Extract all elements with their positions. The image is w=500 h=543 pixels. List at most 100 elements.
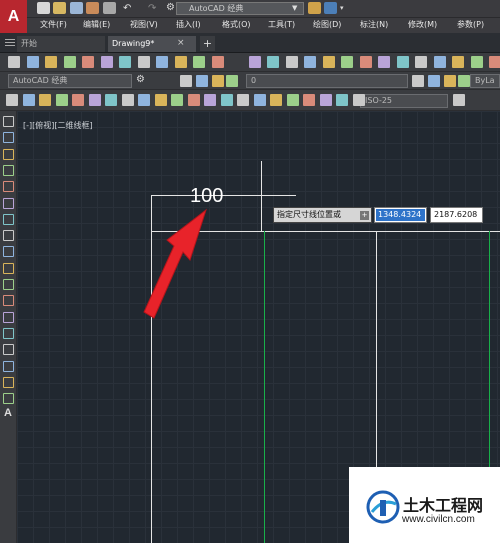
- draw-tool-16-icon[interactable]: [3, 361, 14, 372]
- dimension-tool-19-icon[interactable]: [303, 94, 315, 106]
- draw-tool-15-icon[interactable]: [3, 344, 14, 355]
- menu-format[interactable]: 格式(O): [222, 19, 251, 31]
- draw-tool-11-icon[interactable]: [3, 279, 14, 290]
- dimension-tool-15-icon[interactable]: [237, 94, 249, 106]
- layer-tool-3-icon[interactable]: [212, 75, 224, 87]
- save-icon[interactable]: [70, 2, 83, 14]
- standard-tool-26-icon[interactable]: [489, 56, 500, 68]
- dimension-style-tool-1-icon[interactable]: [453, 94, 465, 106]
- dimension-tool-7-icon[interactable]: [105, 94, 117, 106]
- dimension-tool-22-icon[interactable]: [353, 94, 365, 106]
- standard-tool-2-icon[interactable]: [27, 56, 39, 68]
- standard-tool-21-icon[interactable]: [397, 56, 409, 68]
- dimension-tool-5-icon[interactable]: [72, 94, 84, 106]
- customize-qat-icon[interactable]: ▾: [340, 4, 344, 12]
- menu-dimension[interactable]: 标注(N): [360, 19, 388, 31]
- property-tool-3-icon[interactable]: [444, 75, 456, 87]
- draw-tool-12-icon[interactable]: [3, 295, 14, 306]
- standard-tool-11-icon[interactable]: [193, 56, 205, 68]
- standard-tool-13-icon[interactable]: [249, 56, 261, 68]
- standard-tool-15-icon[interactable]: [286, 56, 298, 68]
- standard-tool-8-icon[interactable]: [138, 56, 150, 68]
- linetype-combo[interactable]: ByLa: [470, 74, 500, 88]
- dimension-tool-20-icon[interactable]: [320, 94, 332, 106]
- standard-tool-19-icon[interactable]: [360, 56, 372, 68]
- plot-icon[interactable]: [103, 2, 116, 14]
- dimension-tool-21-icon[interactable]: [336, 94, 348, 106]
- x-coordinate-input[interactable]: 1348.4324: [374, 207, 427, 223]
- standard-tool-22-icon[interactable]: [415, 56, 427, 68]
- dimstyle-combo[interactable]: ISO-25: [360, 94, 448, 108]
- draw-tool-14-icon[interactable]: [3, 328, 14, 339]
- dimension-tool-4-icon[interactable]: [56, 94, 68, 106]
- dimension-tool-12-icon[interactable]: [188, 94, 200, 106]
- property-tool-2-icon[interactable]: [428, 75, 440, 87]
- draw-tool-13-icon[interactable]: [3, 312, 14, 323]
- draw-tool-1-icon[interactable]: [3, 116, 14, 127]
- layer-tool-4-icon[interactable]: [226, 75, 238, 87]
- draw-tool-7-icon[interactable]: [3, 214, 14, 225]
- menu-lines-icon[interactable]: [5, 39, 15, 40]
- menu-draw[interactable]: 绘图(D): [313, 19, 341, 31]
- layer-combo[interactable]: 0: [246, 74, 408, 88]
- dimension-tool-9-icon[interactable]: [138, 94, 150, 106]
- dimension-tool-13-icon[interactable]: [204, 94, 216, 106]
- dimension-tool-6-icon[interactable]: [89, 94, 101, 106]
- standard-tool-1-icon[interactable]: [8, 56, 20, 68]
- standard-tool-17-icon[interactable]: [323, 56, 335, 68]
- lock-icon[interactable]: +: [360, 211, 369, 220]
- layer-tool-2-icon[interactable]: [196, 75, 208, 87]
- x-coordinate-value[interactable]: 1348.4324: [376, 209, 425, 221]
- workspace-settings-icon[interactable]: ⚙: [136, 74, 145, 85]
- property-tool-4-icon[interactable]: [458, 75, 470, 87]
- application-menu-button[interactable]: A: [0, 0, 27, 33]
- menu-insert[interactable]: 插入(I): [176, 19, 201, 31]
- redo-icon[interactable]: ↷: [148, 3, 156, 14]
- standard-tool-7-icon[interactable]: [119, 56, 131, 68]
- menu-modify[interactable]: 修改(M): [408, 19, 437, 31]
- draw-tool-2-icon[interactable]: [3, 132, 14, 143]
- draw-tool-4-icon[interactable]: [3, 165, 14, 176]
- text-tool-icon[interactable]: A: [4, 407, 12, 419]
- draw-tool-5-icon[interactable]: [3, 181, 14, 192]
- new-icon[interactable]: [37, 2, 50, 14]
- menu-tools[interactable]: 工具(T): [268, 19, 295, 31]
- dimension-tool-1-icon[interactable]: [6, 94, 18, 106]
- add-tab-button[interactable]: +: [200, 36, 215, 51]
- share-icon[interactable]: [324, 2, 337, 14]
- viewport-label[interactable]: [-][俯视][二维线框]: [23, 120, 93, 131]
- draw-tool-3-icon[interactable]: [3, 149, 14, 160]
- dimension-tool-16-icon[interactable]: [254, 94, 266, 106]
- gear-icon[interactable]: ⚙: [166, 2, 175, 13]
- dimension-tool-18-icon[interactable]: [287, 94, 299, 106]
- menu-view[interactable]: 视图(V): [130, 19, 158, 31]
- standard-tool-4-icon[interactable]: [64, 56, 76, 68]
- dimension-tool-14-icon[interactable]: [221, 94, 233, 106]
- standard-tool-14-icon[interactable]: [267, 56, 279, 68]
- standard-tool-12-icon[interactable]: [212, 56, 224, 68]
- standard-tool-16-icon[interactable]: [304, 56, 316, 68]
- dimension-tool-10-icon[interactable]: [155, 94, 167, 106]
- draw-tool-10-icon[interactable]: [3, 263, 14, 274]
- menu-file[interactable]: 文件(F): [40, 19, 67, 31]
- chevron-down-icon[interactable]: ▼: [292, 4, 297, 12]
- dimension-tool-2-icon[interactable]: [23, 94, 35, 106]
- standard-tool-3-icon[interactable]: [45, 56, 57, 68]
- dimension-tool-3-icon[interactable]: [39, 94, 51, 106]
- tab-start[interactable]: 开始: [17, 36, 105, 52]
- dimension-tool-17-icon[interactable]: [270, 94, 282, 106]
- y-coordinate-input[interactable]: 2187.6208: [430, 207, 483, 223]
- standard-tool-24-icon[interactable]: [452, 56, 464, 68]
- save-as-icon[interactable]: [86, 2, 99, 14]
- standard-tool-6-icon[interactable]: [101, 56, 113, 68]
- workspace-combo[interactable]: AutoCAD 经典: [8, 74, 132, 88]
- menu-edit[interactable]: 编辑(E): [83, 19, 110, 31]
- standard-tool-9-icon[interactable]: [156, 56, 168, 68]
- draw-tool-9-icon[interactable]: [3, 246, 14, 257]
- draw-tool-6-icon[interactable]: [3, 198, 14, 209]
- dimension-tool-8-icon[interactable]: [122, 94, 134, 106]
- standard-tool-18-icon[interactable]: [341, 56, 353, 68]
- dimension-tool-11-icon[interactable]: [171, 94, 183, 106]
- draw-tool-18-icon[interactable]: [3, 393, 14, 404]
- draw-tool-8-icon[interactable]: [3, 230, 14, 241]
